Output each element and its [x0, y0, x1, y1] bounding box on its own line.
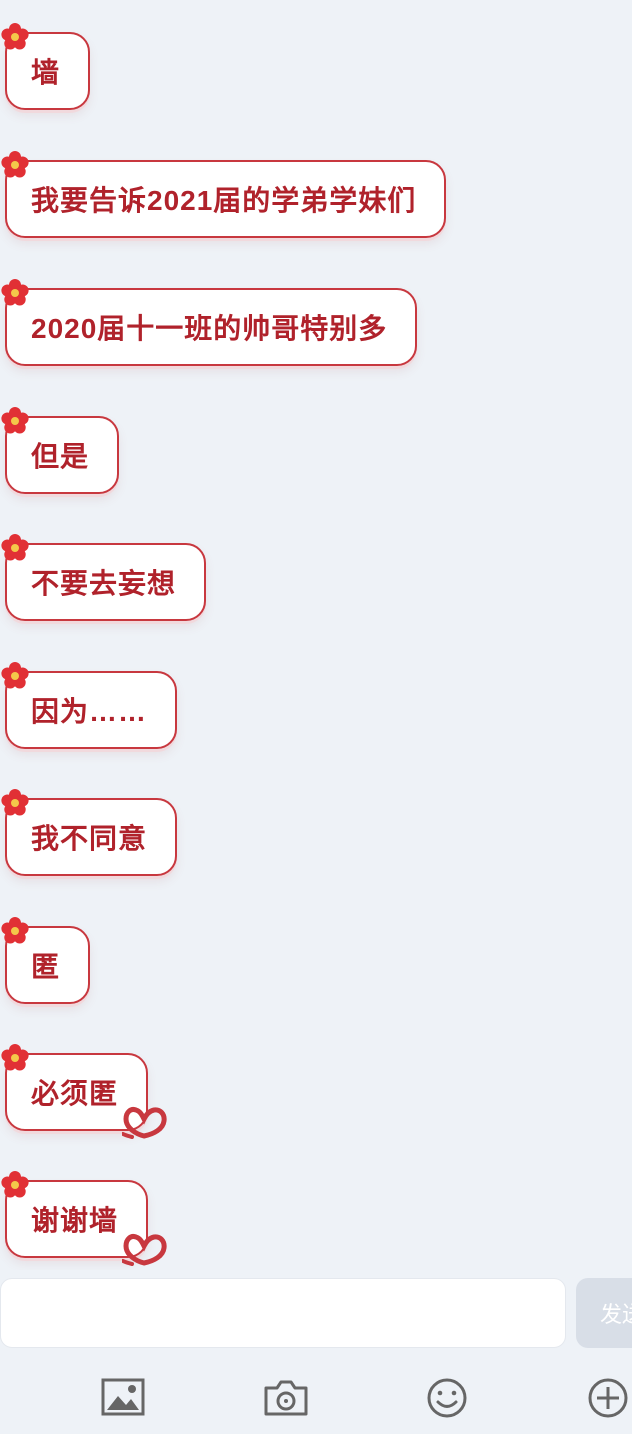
message-item[interactable]: 匿	[1, 917, 91, 1004]
message-item[interactable]: 必须匿	[1, 1044, 167, 1139]
message-text: 因为……	[31, 696, 148, 727]
flower-icon	[1, 662, 29, 689]
flower-icon	[1, 151, 29, 178]
message-bubble[interactable]: 墙	[1, 23, 91, 110]
message-item[interactable]: 我不同意	[1, 789, 178, 876]
heart-icon	[122, 1234, 167, 1266]
message-bubble[interactable]: 必须匿	[1, 1044, 167, 1139]
message-text: 谢谢墙	[31, 1205, 119, 1236]
message-item[interactable]: 因为……	[1, 662, 178, 749]
flower-icon	[1, 917, 29, 944]
message-text: 2020届十一班的帅哥特别多	[31, 313, 388, 344]
message-item[interactable]: 不要去妄想	[1, 534, 207, 621]
camera-icon	[264, 1380, 308, 1416]
flower-icon	[1, 23, 29, 50]
message-bubble[interactable]: 匿	[1, 917, 91, 1004]
message-item[interactable]: 谢谢墙	[1, 1171, 167, 1266]
message-bubble[interactable]: 但是	[1, 407, 120, 494]
camera-button[interactable]	[262, 1376, 310, 1420]
flower-icon	[1, 279, 29, 306]
flower-icon	[1, 534, 29, 561]
image-icon	[101, 1378, 145, 1416]
heart-icon	[122, 1107, 167, 1139]
flower-icon	[1, 1044, 29, 1071]
message-item[interactable]: 但是	[1, 407, 120, 494]
message-text: 墙	[31, 57, 61, 88]
emoji-button[interactable]	[423, 1376, 471, 1420]
message-bubble[interactable]: 因为……	[1, 662, 178, 749]
flower-icon	[1, 407, 29, 434]
bottom-toolbar	[0, 1360, 632, 1434]
message-text: 匿	[31, 951, 61, 982]
chat-area: 墙 我要告诉2021届的学弟学妹们 2020届十一班的帅哥特别多 但是 不要去妄…	[0, 0, 632, 1270]
message-text: 不要去妄想	[31, 568, 177, 599]
message-bubble[interactable]: 我要告诉2021届的学弟学妹们	[1, 151, 447, 238]
message-item[interactable]: 2020届十一班的帅哥特别多	[1, 279, 418, 366]
message-text: 但是	[31, 441, 90, 472]
message-bubble[interactable]: 谢谢墙	[1, 1171, 167, 1266]
send-label: 发送	[600, 1302, 632, 1327]
message-item[interactable]: 我要告诉2021届的学弟学妹们	[1, 151, 447, 238]
image-button[interactable]	[99, 1376, 147, 1420]
send-button[interactable]: 发送	[576, 1278, 632, 1348]
message-bubble[interactable]: 不要去妄想	[1, 534, 207, 621]
message-input[interactable]	[0, 1278, 566, 1348]
message-item[interactable]: 墙	[1, 23, 91, 110]
emoji-icon	[427, 1378, 467, 1418]
message-text: 我要告诉2021届的学弟学妹们	[31, 185, 417, 216]
flower-icon	[1, 1171, 29, 1198]
more-button[interactable]	[584, 1376, 632, 1420]
message-bubble[interactable]: 我不同意	[1, 789, 178, 876]
message-bubble[interactable]: 2020届十一班的帅哥特别多	[1, 279, 418, 366]
flower-icon	[1, 789, 29, 816]
composer-row: 发送	[0, 1270, 632, 1360]
message-text: 必须匿	[31, 1078, 119, 1109]
message-text: 我不同意	[31, 823, 148, 854]
plus-icon	[588, 1378, 628, 1418]
